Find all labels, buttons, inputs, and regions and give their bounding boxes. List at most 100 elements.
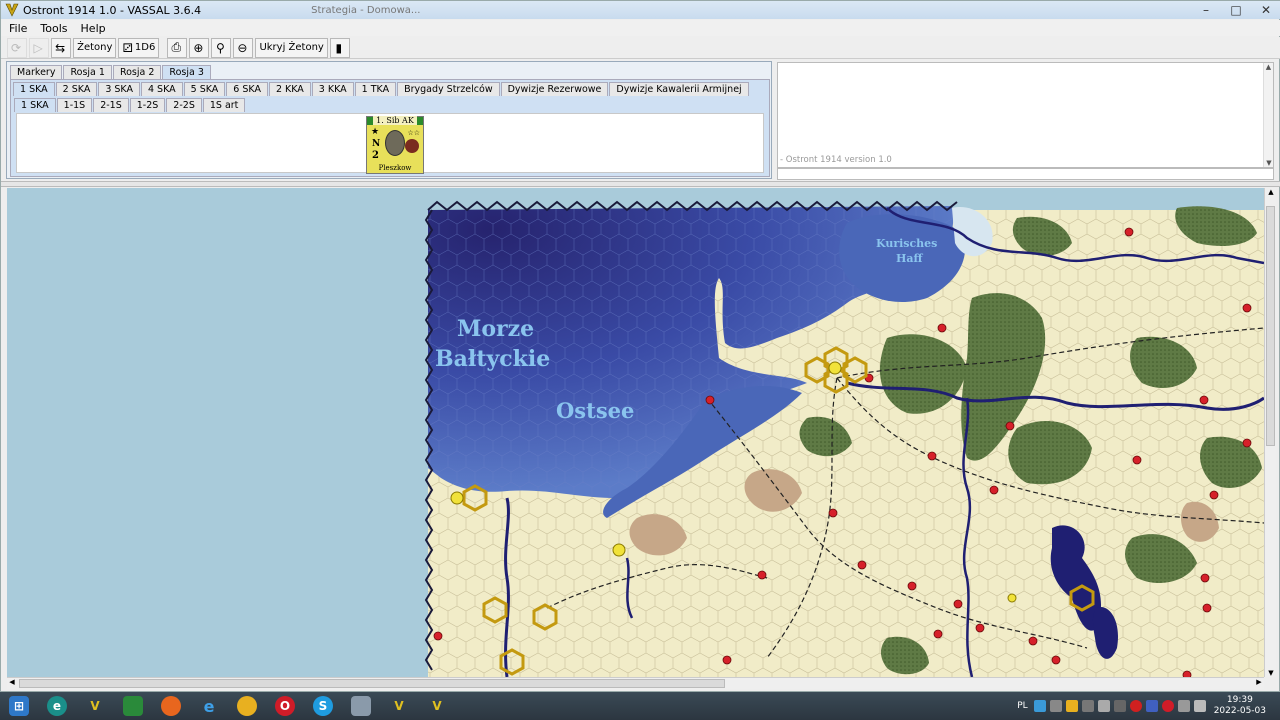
gear-app-icon <box>351 696 371 716</box>
tab-corps-1-ska[interactable]: 1 SKA <box>14 98 56 112</box>
tray-search-icon[interactable] <box>1033 700 1046 712</box>
app-window: Ostront 1914 1.0 - VASSAL 3.6.4 Strategi… <box>0 0 1280 692</box>
tab-rosja-1[interactable]: Rosja 1 <box>63 65 112 79</box>
scroll-thumb[interactable] <box>1266 206 1275 446</box>
tab-2-kka[interactable]: 2 KKA <box>268 82 311 96</box>
maximize-button[interactable]: □ <box>1221 1 1251 19</box>
tab-corps-2-1s[interactable]: 2-1S <box>93 98 129 112</box>
taskbar-app-monitor[interactable] <box>114 692 152 720</box>
edge-icon: e <box>47 696 67 716</box>
tray-settings-icon[interactable] <box>1049 700 1062 712</box>
menu-help[interactable]: Help <box>73 22 111 35</box>
tab-1-tka[interactable]: 1 TKA <box>354 82 397 96</box>
taskbar-vassal-3[interactable]: V <box>418 692 456 720</box>
start-button[interactable]: ⊞ <box>0 692 38 720</box>
dice-button[interactable]: ⚂ 1D6 <box>118 37 160 58</box>
scroll-right-icon[interactable]: ▶ <box>1254 678 1264 686</box>
taskbar-vassal-1[interactable]: V <box>76 692 114 720</box>
map-vertical-scrollbar[interactable]: ▲ ▼ <box>1264 188 1276 677</box>
scroll-up-icon[interactable]: ▲ <box>1264 63 1273 71</box>
tab-brygady-strzelcow[interactable]: Brygady Strzelców <box>397 82 500 96</box>
close-button[interactable]: ✕ <box>1251 1 1280 19</box>
taskbar-edge[interactable]: e <box>38 692 76 720</box>
taskbar-firefox[interactable] <box>152 692 190 720</box>
zoom-select-button[interactable]: ⚲ <box>211 37 232 58</box>
taskbar-opera[interactable]: O <box>266 692 304 720</box>
clock[interactable]: 19:39 2022-05-03 <box>1214 695 1266 717</box>
tab-5-ska[interactable]: 5 SKA <box>183 82 226 96</box>
tray-app-icon[interactable] <box>1145 700 1158 712</box>
tray-battery-icon[interactable] <box>1177 700 1190 712</box>
tab-corps-1-1s[interactable]: 1-1S <box>56 98 93 112</box>
splitter[interactable] <box>1 181 1280 187</box>
commander-portrait <box>385 130 405 156</box>
zetony-button[interactable]: Żetony <box>73 37 117 58</box>
tab-1-ska[interactable]: 1 SKA <box>13 82 55 96</box>
map-board[interactable] <box>7 188 1264 677</box>
minimize-button[interactable]: – <box>1191 1 1221 19</box>
tab-2-ska[interactable]: 2 SKA <box>55 82 98 96</box>
zoom-out-button[interactable]: ⊖ <box>233 37 254 58</box>
printer-icon: ⎙ <box>171 40 182 54</box>
tab-rosja-3[interactable]: Rosja 3 <box>162 65 211 79</box>
scroll-up-icon[interactable]: ▲ <box>1265 188 1277 196</box>
tab-dywizje-kawalerii-armijnej[interactable]: Dywizje Kawalerii Armijnej <box>609 82 749 96</box>
tab-3-ska[interactable]: 3 SKA <box>98 82 140 96</box>
swap-arrows-icon: ⇆ <box>55 40 66 55</box>
map-horizontal-scrollbar[interactable]: ◀ ▶ <box>7 677 1264 689</box>
counter-name: Pleszkow <box>378 164 412 172</box>
tab-rosja-2[interactable]: Rosja 2 <box>112 65 162 79</box>
tab-corps-2-2s[interactable]: 2-2S <box>166 98 202 112</box>
tray-network-icon[interactable] <box>1081 700 1094 712</box>
step-forward-button[interactable]: ▷ <box>29 37 50 58</box>
taskbar-ie[interactable]: e <box>190 692 228 720</box>
tray-opera-icon[interactable] <box>1161 700 1174 712</box>
game-map[interactable]: Morze Bałtyckie Ostsee Kurisches Haff <box>7 188 1264 677</box>
toolbar: ⟳ ▷ ⇆ Żetony ⚂ 1D6 ⎙ ⊕ ⚲ ⊖ Ukryj Żetony ▮ <box>1 37 1280 59</box>
system-tray: PL 19:39 2022-05-03 <box>1017 692 1280 720</box>
language-indicator[interactable]: PL <box>1017 701 1027 711</box>
menu-tools[interactable]: Tools <box>32 22 72 35</box>
tab-dywizje-rezerwowe[interactable]: Dywizje Rezerwowe <box>500 82 609 96</box>
print-button[interactable]: ⎙ <box>167 37 188 58</box>
swap-button[interactable]: ⇆ <box>51 37 72 58</box>
info-icon: ▮ <box>335 40 343 55</box>
scroll-down-icon[interactable]: ▼ <box>1265 669 1277 677</box>
tray-sun-icon[interactable] <box>1065 700 1078 712</box>
hide-counters-button[interactable]: Ukryj Żetony <box>255 37 328 58</box>
info-button[interactable]: ▮ <box>329 37 350 58</box>
taskbar-skype[interactable]: S <box>304 692 342 720</box>
clock-time: 19:39 <box>1226 695 1253 705</box>
chat-message: - Ostront 1914 version 1.0 <box>780 155 892 165</box>
tab-6-ska[interactable]: 6 SKA <box>226 82 268 96</box>
taskbar-app-gear[interactable] <box>342 692 380 720</box>
sun-app-icon <box>237 696 257 716</box>
tray-volume-icon[interactable] <box>1097 700 1110 712</box>
vassal-icon: V <box>394 699 404 713</box>
scroll-left-icon[interactable]: ◀ <box>7 678 17 686</box>
tab-markery[interactable]: Markery <box>10 65 63 79</box>
unit-counter[interactable]: 1. Sib AK ★ N 2 ☆☆ Pleszkow <box>366 116 424 174</box>
corps-tabs: 1 SKA 1-1S 2-1S 1-2S 2-2S 1S art <box>14 97 246 112</box>
menu-file[interactable]: File <box>1 22 32 35</box>
chat-scrollbar[interactable]: ▲ ▼ <box>1263 63 1273 167</box>
tab-corps-1-2s[interactable]: 1-2S <box>129 98 166 112</box>
counter-header-text: 1. Sib AK <box>373 116 417 125</box>
tab-corps-1s-art[interactable]: 1S art <box>202 98 246 112</box>
chat-log[interactable]: - Ostront 1914 version 1.0 ▲ ▼ <box>777 62 1274 168</box>
tray-phone-icon[interactable] <box>1113 700 1126 712</box>
tray-wifi-icon[interactable] <box>1193 700 1206 712</box>
chat-input[interactable] <box>777 168 1274 180</box>
tab-3-kka[interactable]: 3 KKA <box>311 82 354 96</box>
tray-record-icon[interactable] <box>1129 700 1142 712</box>
zoom-in-button[interactable]: ⊕ <box>189 37 210 58</box>
tab-4-ska[interactable]: 4 SKA <box>140 82 183 96</box>
taskbar-sun-app[interactable] <box>228 692 266 720</box>
scroll-down-icon[interactable]: ▼ <box>1264 159 1274 167</box>
pieces-area: 1. Sib AK ★ N 2 ☆☆ Pleszkow <box>16 113 764 174</box>
scroll-thumb[interactable] <box>19 679 725 688</box>
title-bar[interactable]: Ostront 1914 1.0 - VASSAL 3.6.4 Strategi… <box>1 1 1280 19</box>
zoom-out-icon: ⊖ <box>237 40 248 55</box>
undo-button[interactable]: ⟳ <box>7 37 28 58</box>
taskbar-vassal-2[interactable]: V <box>380 692 418 720</box>
